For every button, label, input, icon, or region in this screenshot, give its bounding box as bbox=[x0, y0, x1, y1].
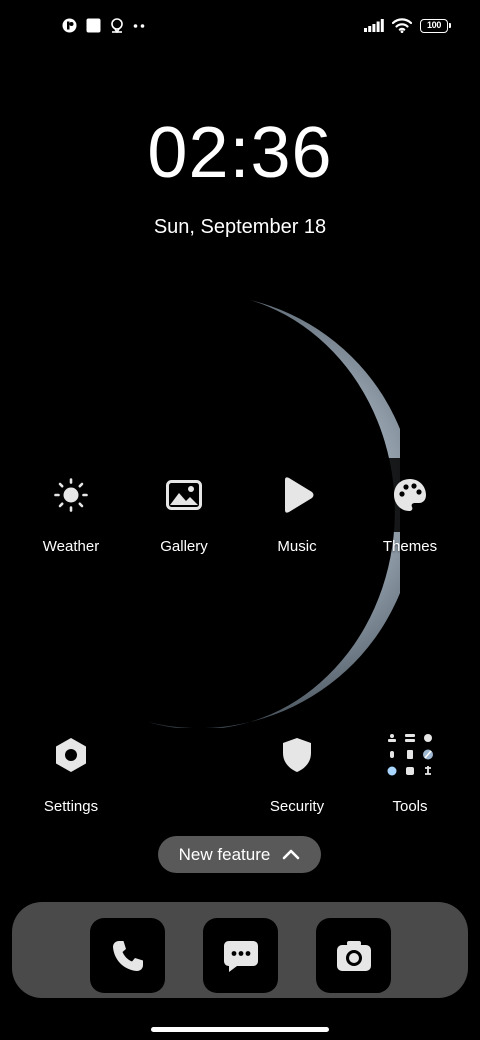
battery-level: 100 bbox=[426, 20, 442, 30]
message-icon bbox=[223, 940, 258, 972]
palette-icon bbox=[373, 458, 447, 532]
lockscreen-clock[interactable]: 02:36 bbox=[0, 112, 480, 194]
app-weather[interactable]: Weather bbox=[15, 458, 125, 558]
dock-phone-button[interactable] bbox=[90, 918, 165, 993]
more-notifications-icon bbox=[133, 23, 145, 28]
app-music[interactable]: Music bbox=[241, 458, 351, 558]
new-feature-button[interactable]: New feature bbox=[158, 836, 321, 873]
image-icon bbox=[147, 458, 221, 532]
home-indicator[interactable] bbox=[151, 1027, 329, 1032]
location-notification-icon bbox=[111, 18, 123, 33]
app-themes[interactable]: Themes bbox=[354, 458, 464, 558]
square-notification-icon bbox=[86, 18, 101, 33]
battery-icon: 100 bbox=[420, 18, 451, 33]
app-label: Settings bbox=[43, 798, 99, 815]
chevron-up-icon bbox=[283, 849, 300, 860]
app-label: Tools bbox=[392, 798, 428, 815]
new-feature-label: New feature bbox=[178, 844, 271, 864]
system-icons: 100 bbox=[364, 18, 451, 33]
dock bbox=[12, 902, 468, 998]
status-bar: 100 bbox=[0, 0, 480, 56]
hexagon-gear-icon bbox=[34, 718, 108, 792]
notification-icons bbox=[62, 18, 145, 33]
phone-icon bbox=[112, 940, 143, 971]
shield-icon bbox=[260, 718, 334, 792]
app-security[interactable]: Security bbox=[241, 718, 351, 818]
wifi-icon bbox=[392, 18, 412, 33]
lockscreen-date[interactable]: Sun, September 18 bbox=[0, 216, 480, 239]
dock-messages-button[interactable] bbox=[203, 918, 278, 993]
sun-icon bbox=[34, 458, 108, 532]
app-settings[interactable]: Settings bbox=[15, 718, 125, 818]
app-tools[interactable]: Tools bbox=[354, 718, 464, 818]
play-icon bbox=[260, 458, 334, 532]
tools-folder-icon bbox=[373, 718, 447, 792]
app-notification-icon bbox=[62, 18, 77, 33]
camera-icon bbox=[336, 940, 371, 971]
signal-icon bbox=[364, 19, 384, 32]
app-label: Themes bbox=[382, 538, 438, 555]
dock-camera-button[interactable] bbox=[316, 918, 391, 993]
app-gallery[interactable]: Gallery bbox=[128, 458, 238, 558]
